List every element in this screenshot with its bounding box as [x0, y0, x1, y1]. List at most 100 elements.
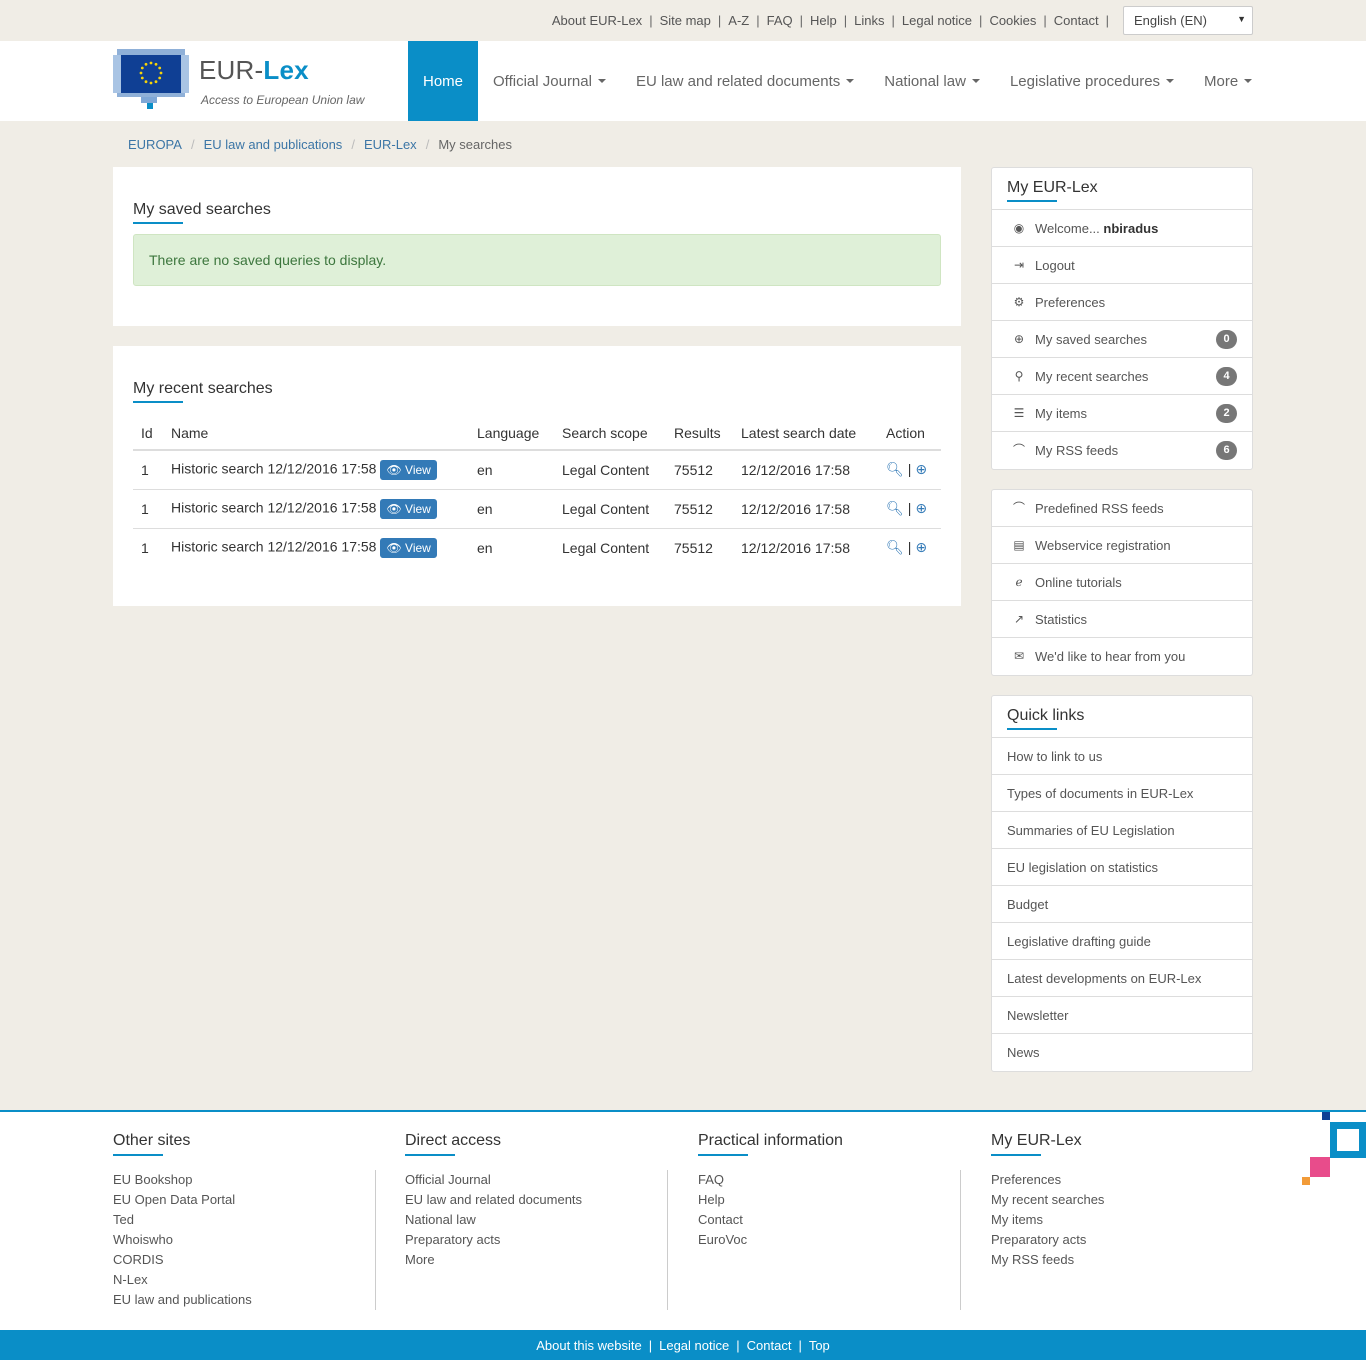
sidebar-item-my-items[interactable]: ☰ My items 2: [992, 395, 1252, 432]
zoom-in-icon[interactable]: ⊕: [915, 461, 927, 477]
recent-searches-table: Id Name Language Search scope Results La…: [133, 416, 941, 567]
contact-link[interactable]: Contact: [1054, 13, 1099, 28]
legal-notice-link[interactable]: Legal notice: [659, 1338, 729, 1353]
breadcrumb-eu-law[interactable]: EU law and publications: [204, 137, 343, 152]
gear-icon: ⚙: [1013, 295, 1025, 309]
footer-link[interactable]: Ted: [113, 1210, 252, 1230]
footer-link[interactable]: My RSS feeds: [991, 1250, 1104, 1270]
no-saved-queries-alert: There are no saved queries to display.: [133, 234, 941, 286]
nav-eu-law[interactable]: EU law and related documents: [621, 41, 869, 121]
footer-link[interactable]: EU Bookshop: [113, 1170, 252, 1190]
nav-national-law[interactable]: National law: [869, 41, 995, 121]
quick-links-title: Quick links: [1007, 707, 1085, 730]
sidebar-item-preferences[interactable]: ⚙ Preferences: [992, 284, 1252, 321]
eye-icon: 👁: [386, 462, 402, 477]
breadcrumb-europa[interactable]: EUROPA: [128, 137, 182, 152]
zoom-in-icon[interactable]: ⊕: [915, 500, 927, 516]
caret-down-icon: [1166, 79, 1175, 83]
zoom-in-icon: ⊕: [1013, 332, 1025, 346]
quick-link-item[interactable]: Legislative drafting guide: [992, 923, 1252, 960]
footer-link[interactable]: EuroVoc: [698, 1230, 843, 1250]
footer-link[interactable]: More: [405, 1250, 582, 1270]
list-icon: ☰: [1013, 406, 1025, 420]
about-link[interactable]: About EUR-Lex: [552, 13, 642, 28]
legal-notice-link[interactable]: Legal notice: [902, 13, 972, 28]
nav-legislative-procedures[interactable]: Legislative procedures: [995, 41, 1189, 121]
footer-link[interactable]: My recent searches: [991, 1190, 1104, 1210]
eye-icon: 👁: [386, 540, 402, 555]
footer-link[interactable]: Whoiswho: [113, 1230, 252, 1250]
caret-down-icon: ▼: [1237, 14, 1246, 24]
contact-link[interactable]: Contact: [747, 1338, 792, 1353]
footer-link[interactable]: Help: [698, 1190, 843, 1210]
quick-link-item[interactable]: How to link to us: [992, 738, 1252, 775]
sidebar-item-recent-searches[interactable]: ⚲ My recent searches 4: [992, 358, 1252, 395]
footer-link[interactable]: Preparatory acts: [991, 1230, 1104, 1250]
sidebar-item-tutorials[interactable]: ℯ Online tutorials: [992, 564, 1252, 601]
view-button[interactable]: 👁 View: [380, 498, 437, 519]
footer-link[interactable]: National law: [405, 1210, 582, 1230]
footer-link[interactable]: EU Open Data Portal: [113, 1190, 252, 1210]
recent-searches-title: My recent searches: [133, 380, 273, 403]
quick-link-item[interactable]: Budget: [992, 886, 1252, 923]
footer-divider: [960, 1170, 961, 1310]
row-language: en: [469, 489, 554, 529]
quick-link-item[interactable]: Newsletter: [992, 997, 1252, 1034]
row-results: 75512: [666, 489, 733, 529]
quick-link-item[interactable]: Latest developments on EUR-Lex: [992, 960, 1252, 997]
nav-more[interactable]: More: [1189, 41, 1267, 121]
decorative-squares-icon: [1302, 1112, 1366, 1185]
footer-column-title: Practical information: [698, 1132, 843, 1156]
caret-down-icon: [597, 79, 606, 83]
faq-link[interactable]: FAQ: [767, 13, 793, 28]
sidebar-item-predefined-rss[interactable]: ⌒ Predefined RSS feeds: [992, 490, 1252, 527]
footer-link[interactable]: My items: [991, 1210, 1104, 1230]
tools-box: ⌒ Predefined RSS feeds ▤ Webservice regist…: [991, 489, 1253, 676]
links-link[interactable]: Links: [854, 13, 884, 28]
sidebar-item-feedback[interactable]: ✉ We'd like to hear from you: [992, 638, 1252, 675]
top-link[interactable]: Top: [809, 1338, 830, 1353]
eurlex-logo[interactable]: EUR-Lex Access to European Union law: [113, 49, 393, 119]
sidebar-item-webservice[interactable]: ▤ Webservice registration: [992, 527, 1252, 564]
view-button[interactable]: 👁 View: [380, 537, 437, 558]
footer-link[interactable]: EU law and related documents: [405, 1190, 582, 1210]
rss-icon: ⌒: [1012, 443, 1025, 457]
search-icon[interactable]: 🔍︎: [886, 461, 904, 477]
row-name: Historic search 12/12/2016 17:58: [171, 499, 377, 516]
quick-link-item[interactable]: News: [992, 1034, 1252, 1071]
footer-link[interactable]: Preparatory acts: [405, 1230, 582, 1250]
footer-link[interactable]: FAQ: [698, 1170, 843, 1190]
quick-link-item[interactable]: Summaries of EU Legislation: [992, 812, 1252, 849]
footer-link[interactable]: EU law and publications: [113, 1290, 252, 1310]
language-select[interactable]: English (EN) ▼: [1123, 6, 1253, 35]
zoom-in-icon[interactable]: ⊕: [915, 539, 927, 555]
sidebar-item-saved-searches[interactable]: ⊕ My saved searches 0: [992, 321, 1252, 358]
footer-link[interactable]: CORDIS: [113, 1250, 252, 1270]
footer-link[interactable]: N-Lex: [113, 1270, 252, 1290]
cookies-link[interactable]: Cookies: [989, 13, 1036, 28]
row-id: 1: [133, 489, 163, 529]
nav-home[interactable]: Home: [408, 41, 479, 121]
row-date: 12/12/2016 17:58: [733, 489, 878, 529]
footer-link[interactable]: Official Journal: [405, 1170, 582, 1190]
about-website-link[interactable]: About this website: [536, 1338, 642, 1353]
sidebar-item-logout[interactable]: ⇥ Logout: [992, 247, 1252, 284]
quick-link-item[interactable]: EU legislation on statistics: [992, 849, 1252, 886]
help-link[interactable]: Help: [810, 13, 837, 28]
search-icon[interactable]: 🔍︎: [886, 500, 904, 516]
footer-direct-access: Direct access Official Journal EU law an…: [405, 1132, 582, 1270]
breadcrumb-eurlex[interactable]: EUR-Lex: [364, 137, 417, 152]
view-button[interactable]: 👁 View: [380, 459, 437, 480]
footer-link[interactable]: Preferences: [991, 1170, 1104, 1190]
a-z-link[interactable]: A-Z: [728, 13, 749, 28]
footer-link[interactable]: Contact: [698, 1210, 843, 1230]
search-icon[interactable]: 🔍︎: [886, 539, 904, 555]
row-name-cell: Historic search 12/12/2016 17:58 👁 View: [163, 450, 469, 490]
site-map-link[interactable]: Site map: [660, 13, 711, 28]
sidebar-item-rss-feeds[interactable]: ⌒ My RSS feeds 6: [992, 432, 1252, 469]
quick-link-item[interactable]: Types of documents in EUR-Lex: [992, 775, 1252, 812]
nav-official-journal[interactable]: Official Journal: [478, 41, 621, 121]
eye-icon: 👁: [386, 501, 402, 516]
sidebar-item-statistics[interactable]: ↗ Statistics: [992, 601, 1252, 638]
count-badge: 4: [1216, 367, 1237, 386]
